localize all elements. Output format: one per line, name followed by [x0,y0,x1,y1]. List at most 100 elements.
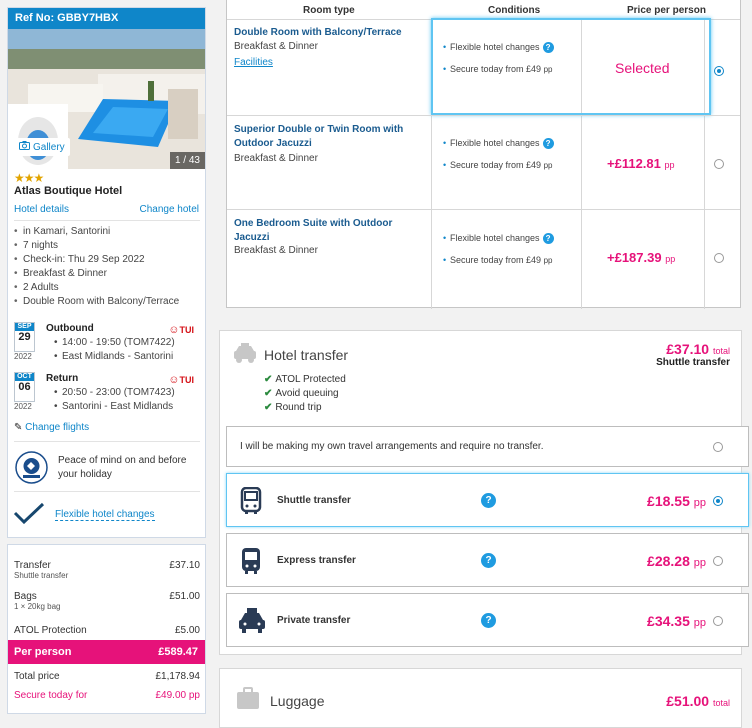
total-price: £1,178.94 [155,671,201,682]
help-icon[interactable]: ? [481,553,496,568]
abta-logo-icon [15,451,48,484]
list-item: 7 nights [14,239,179,253]
express-radio[interactable] [713,556,723,566]
bus-icon [237,547,265,578]
room-board: Breakfast & Dinner [234,245,318,256]
condition-secure: Secure today from £49 pp [443,255,552,265]
calendar-icon: SEP 29 [14,322,35,352]
help-icon[interactable]: ? [542,233,554,245]
per-person-price: £589.47 [158,646,198,658]
total-price-row: Total price £1,178.94 [14,671,200,682]
flight-route: Santorini - East Midlands [54,401,173,412]
taxi-icon [237,607,267,638]
hotel-details-link[interactable]: Hotel details [14,204,69,215]
change-flights-link[interactable]: ✎ Change flights [14,422,89,433]
flight-title: Return [46,373,79,384]
room-name: Double Room with Balcony/Terrace [234,27,402,38]
shuttle-transfer-option[interactable]: Shuttle transfer ? £18.55 pp [226,473,749,527]
express-transfer-option[interactable]: Express transfer ? £28.28 pp [226,533,749,587]
secure-today-row: Secure today for £49.00 pp [14,690,200,701]
check-icon: ✔ [264,374,273,385]
hotel-photo[interactable]: Gallery 1 / 43 [8,29,205,169]
tui-logo-icon: ☺TUI [168,374,194,386]
flight-year: 2022 [14,352,32,361]
atol-price-row: ATOL Protection £5.00 [14,625,200,636]
room-name: One Bedroom Suite with Outdoor Jacuzzi [234,218,393,243]
flight-time: 14:00 - 19:50 (TOM7422) [54,337,175,348]
help-icon[interactable]: ? [481,493,496,508]
secure-today-price: £49.00 pp [155,690,201,701]
room-board: Breakfast & Dinner [234,41,318,52]
booking-details-list: in Kamari, Santorini 7 nights Check-in: … [14,225,179,309]
divider [14,491,200,492]
room-radio[interactable] [714,253,724,263]
private-radio[interactable] [713,616,723,626]
flexible-changes-link[interactable]: Flexible hotel changes [55,509,155,521]
luggage-section: Luggage £51.00 total [219,668,742,728]
flight-year: 2022 [14,402,32,411]
room-radio-selected[interactable] [714,66,724,76]
help-icon[interactable]: ? [481,613,496,628]
return-flight: OCT 06 2022 Return ☺TUI 20:50 - 23:00 (T… [14,372,200,414]
checkmark-icon [13,502,45,527]
room-board: Breakfast & Dinner [234,153,318,164]
room-selection-table: Room type Conditions Price per person Do… [226,0,741,309]
list-item: in Kamari, Santorini [14,225,179,239]
feature-queuing: ✔ Avoid queuing [264,388,339,399]
table-row[interactable]: One Bedroom Suite with Outdoor Jacuzzi B… [227,209,740,305]
taxi-icon [232,341,258,368]
outbound-flight: SEP 29 2022 Outbound ☺TUI 14:00 - 19:50 … [14,322,200,364]
star-rating: ★★★ [14,171,44,185]
no-transfer-option[interactable]: I will be making my own travel arrangeme… [226,426,749,467]
column-header-price: Price per person [627,5,706,16]
list-item: Check-in: Thu 29 Sep 2022 [14,253,179,267]
hotel-name: Atlas Boutique Hotel [14,185,123,197]
transfer-total: £37.10 total [666,341,730,357]
room-price: +£187.39 pp [607,250,676,265]
room-name: Superior Double or Twin Room with Outdoo… [234,124,404,149]
flight-route: East Midlands - Santorini [54,351,173,362]
no-transfer-label: I will be making my own travel arrangeme… [240,441,544,452]
divider [14,220,200,221]
atol-price: £5.00 [174,625,200,636]
change-hotel-link[interactable]: Change hotel [140,204,200,215]
peace-of-mind-text: Peace of mind on and before your holiday [58,455,187,480]
transfer-price: £37.10 [169,560,200,571]
transfer-option-price: £28.28 pp [647,553,706,569]
private-transfer-option[interactable]: Private transfer ? £34.35 pp [226,593,749,647]
check-icon: ✔ [264,388,273,399]
camera-icon [19,141,30,153]
transfer-option-label: Express transfer [277,555,356,566]
flight-title: Outbound [46,323,94,334]
feature-atol: ✔ ATOL Protected [264,374,346,385]
transfer-option-price: £18.55 pp [647,493,706,509]
transfer-option-price: £34.35 pp [647,613,706,629]
feature-round-trip: ✔ Round trip [264,402,322,413]
no-transfer-radio[interactable] [713,442,723,452]
flight-time: 20:50 - 23:00 (TOM7423) [54,387,175,398]
column-header-conditions: Conditions [488,5,541,16]
table-row[interactable]: Superior Double or Twin Room with Outdoo… [227,115,740,209]
bags-price-row: Bags 1 × 20kg bag £51.00 [14,591,200,611]
calendar-icon: OCT 06 [14,372,35,402]
condition-flexible: Flexible hotel changes? [443,138,554,150]
list-item: Breakfast & Dinner [14,267,179,281]
booking-summary-card: Ref No: GBBY7HBX Gallery 1 / 43 ★★★ Atla… [7,7,206,538]
tui-logo-icon: ☺TUI [168,324,194,336]
room-radio[interactable] [714,159,724,169]
divider [14,441,200,442]
list-item: 2 Adults [14,281,179,295]
facilities-link[interactable]: Facilities [234,57,273,68]
help-icon[interactable]: ? [542,138,554,150]
gallery-button[interactable]: Gallery [14,138,70,156]
booking-reference: Ref No: GBBY7HBX [8,8,205,29]
per-person-bar: Per person £589.47 [8,640,205,664]
transfer-option-label: Shuttle transfer [277,495,351,506]
gallery-label: Gallery [33,141,65,153]
check-icon: ✔ [264,402,273,413]
shuttle-radio-selected[interactable] [713,496,723,506]
selected-status: Selected [615,60,670,76]
luggage-icon [236,687,260,712]
transfer-title: Hotel transfer [264,347,349,363]
condition-flexible: Flexible hotel changes? [443,233,554,245]
